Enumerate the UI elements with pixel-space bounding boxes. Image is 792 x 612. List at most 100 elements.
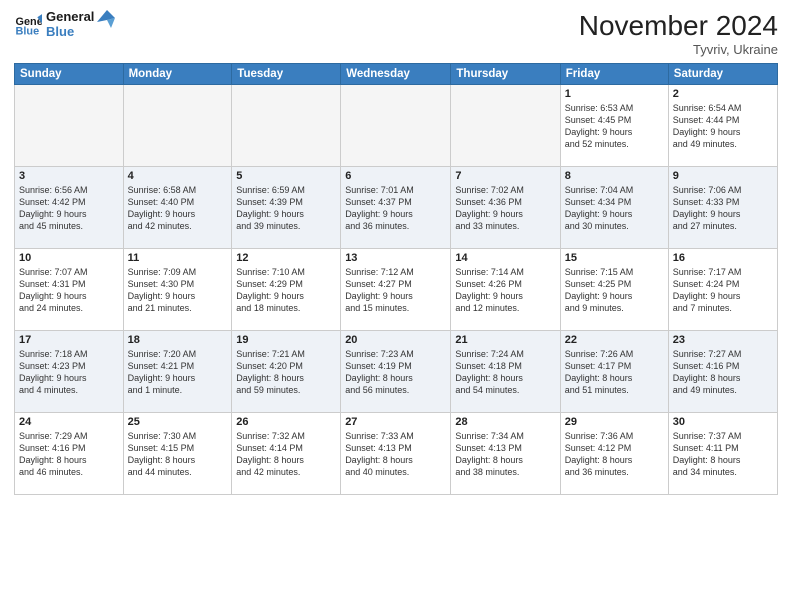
calendar-week-row: 10Sunrise: 7:07 AM Sunset: 4:31 PM Dayli… [15, 249, 778, 331]
day-info: Sunrise: 6:56 AM Sunset: 4:42 PM Dayligh… [19, 184, 119, 233]
calendar-cell: 24Sunrise: 7:29 AM Sunset: 4:16 PM Dayli… [15, 413, 124, 495]
day-number: 2 [673, 88, 773, 100]
day-info: Sunrise: 7:02 AM Sunset: 4:36 PM Dayligh… [455, 184, 555, 233]
day-info: Sunrise: 7:36 AM Sunset: 4:12 PM Dayligh… [565, 430, 664, 479]
calendar-cell: 27 Sunrise: 7:33 AM Sunset: 4:13 PM Dayli… [341, 413, 451, 495]
calendar-cell: 30Sunrise: 7:37 AM Sunset: 4:11 PM Dayli… [668, 413, 777, 495]
header: General Blue General Blue November 2024 … [14, 10, 778, 57]
day-number: 3 [19, 170, 119, 182]
calendar-cell: 17 Sunrise: 7:18 AM Sunset: 4:23 PM Dayli… [15, 331, 124, 413]
day-info: Sunrise: 7:09 AM Sunset: 4:30 PM Dayligh… [128, 266, 228, 315]
weekday-header: Friday [560, 64, 668, 85]
day-info: Sunrise: 7:34 AM Sunset: 4:13 PM Dayligh… [455, 430, 555, 479]
calendar-cell: 23Sunrise: 7:27 AM Sunset: 4:16 PM Dayli… [668, 331, 777, 413]
day-number: 8 [565, 170, 664, 182]
svg-text:Blue: Blue [16, 25, 40, 37]
day-number: 12 [236, 252, 336, 264]
logo-icon: General Blue [14, 11, 42, 39]
day-number: 22 [565, 334, 664, 346]
logo-bird-icon [97, 10, 115, 32]
calendar-cell: 14 Sunrise: 7:14 AM Sunset: 4:26 PM Dayli… [451, 249, 560, 331]
day-number: 18 [128, 334, 228, 346]
day-number: 1 [565, 88, 664, 100]
calendar-week-row: 1 Sunrise: 6:53 AM Sunset: 4:45 PM Daylig… [15, 85, 778, 167]
calendar-cell: 15Sunrise: 7:15 AM Sunset: 4:25 PM Dayli… [560, 249, 668, 331]
day-number: 28 [455, 416, 555, 428]
day-info: Sunrise: 7:23 AM Sunset: 4:19 PM Dayligh… [345, 348, 446, 397]
day-number: 19 [236, 334, 336, 346]
calendar-header-row: SundayMondayTuesdayWednesdayThursdayFrid… [15, 64, 778, 85]
calendar-cell: 3 Sunrise: 6:56 AM Sunset: 4:42 PM Daylig… [15, 167, 124, 249]
calendar-cell [123, 85, 232, 167]
day-number: 21 [455, 334, 555, 346]
day-info: Sunrise: 7:20 AM Sunset: 4:21 PM Dayligh… [128, 348, 228, 397]
weekday-header: Wednesday [341, 64, 451, 85]
day-number: 16 [673, 252, 773, 264]
calendar-cell: 10Sunrise: 7:07 AM Sunset: 4:31 PM Dayli… [15, 249, 124, 331]
day-info: Sunrise: 7:33 AM Sunset: 4:13 PM Dayligh… [345, 430, 446, 479]
day-number: 14 [455, 252, 555, 264]
day-info: Sunrise: 7:17 AM Sunset: 4:24 PM Dayligh… [673, 266, 773, 315]
day-info: Sunrise: 7:32 AM Sunset: 4:14 PM Dayligh… [236, 430, 336, 479]
calendar-week-row: 3 Sunrise: 6:56 AM Sunset: 4:42 PM Daylig… [15, 167, 778, 249]
day-info: Sunrise: 6:54 AM Sunset: 4:44 PM Dayligh… [673, 102, 773, 151]
day-info: Sunrise: 7:04 AM Sunset: 4:34 PM Dayligh… [565, 184, 664, 233]
day-number: 4 [128, 170, 228, 182]
calendar-cell: 9Sunrise: 7:06 AM Sunset: 4:33 PM Daylig… [668, 167, 777, 249]
calendar-cell: 19 Sunrise: 7:21 AM Sunset: 4:20 PM Dayli… [232, 331, 341, 413]
calendar-cell: 4 Sunrise: 6:58 AM Sunset: 4:40 PM Daylig… [123, 167, 232, 249]
calendar-cell: 6 Sunrise: 7:01 AM Sunset: 4:37 PM Daylig… [341, 167, 451, 249]
calendar-cell: 5 Sunrise: 6:59 AM Sunset: 4:39 PM Daylig… [232, 167, 341, 249]
calendar-cell: 20 Sunrise: 7:23 AM Sunset: 4:19 PM Dayli… [341, 331, 451, 413]
day-number: 26 [236, 416, 336, 428]
calendar-cell: 22 Sunrise: 7:26 AM Sunset: 4:17 PM Dayli… [560, 331, 668, 413]
day-info: Sunrise: 6:59 AM Sunset: 4:39 PM Dayligh… [236, 184, 336, 233]
logo-text-blue: Blue [46, 25, 94, 40]
calendar-cell: 28 Sunrise: 7:34 AM Sunset: 4:13 PM Dayli… [451, 413, 560, 495]
day-number: 27 [345, 416, 446, 428]
calendar-cell: 18 Sunrise: 7:20 AM Sunset: 4:21 PM Dayli… [123, 331, 232, 413]
day-info: Sunrise: 7:14 AM Sunset: 4:26 PM Dayligh… [455, 266, 555, 315]
day-info: Sunrise: 7:18 AM Sunset: 4:23 PM Dayligh… [19, 348, 119, 397]
day-info: Sunrise: 7:01 AM Sunset: 4:37 PM Dayligh… [345, 184, 446, 233]
day-info: Sunrise: 7:21 AM Sunset: 4:20 PM Dayligh… [236, 348, 336, 397]
day-number: 20 [345, 334, 446, 346]
calendar-cell: 8 Sunrise: 7:04 AM Sunset: 4:34 PM Daylig… [560, 167, 668, 249]
day-number: 5 [236, 170, 336, 182]
weekday-header: Monday [123, 64, 232, 85]
day-info: Sunrise: 6:58 AM Sunset: 4:40 PM Dayligh… [128, 184, 228, 233]
day-info: Sunrise: 7:12 AM Sunset: 4:27 PM Dayligh… [345, 266, 446, 315]
weekday-header: Saturday [668, 64, 777, 85]
day-info: Sunrise: 7:07 AM Sunset: 4:31 PM Dayligh… [19, 266, 119, 315]
logo-text-general: General [46, 10, 94, 25]
day-number: 17 [19, 334, 119, 346]
calendar-cell: 25Sunrise: 7:30 AM Sunset: 4:15 PM Dayli… [123, 413, 232, 495]
day-info: Sunrise: 7:30 AM Sunset: 4:15 PM Dayligh… [128, 430, 228, 479]
calendar-cell: 21 Sunrise: 7:24 AM Sunset: 4:18 PM Dayli… [451, 331, 560, 413]
calendar-cell [451, 85, 560, 167]
calendar-cell: 7 Sunrise: 7:02 AM Sunset: 4:36 PM Daylig… [451, 167, 560, 249]
day-info: Sunrise: 7:24 AM Sunset: 4:18 PM Dayligh… [455, 348, 555, 397]
day-info: Sunrise: 7:26 AM Sunset: 4:17 PM Dayligh… [565, 348, 664, 397]
day-number: 29 [565, 416, 664, 428]
day-number: 23 [673, 334, 773, 346]
weekday-header: Thursday [451, 64, 560, 85]
day-info: Sunrise: 7:10 AM Sunset: 4:29 PM Dayligh… [236, 266, 336, 315]
day-number: 13 [345, 252, 446, 264]
calendar-cell [15, 85, 124, 167]
logo: General Blue General Blue [14, 10, 115, 40]
calendar-week-row: 17 Sunrise: 7:18 AM Sunset: 4:23 PM Dayli… [15, 331, 778, 413]
day-info: Sunrise: 6:53 AM Sunset: 4:45 PM Dayligh… [565, 102, 664, 151]
day-number: 24 [19, 416, 119, 428]
month-title: November 2024 [579, 10, 778, 42]
day-number: 30 [673, 416, 773, 428]
calendar-cell [341, 85, 451, 167]
calendar-cell: 16 Sunrise: 7:17 AM Sunset: 4:24 PM Dayli… [668, 249, 777, 331]
day-number: 6 [345, 170, 446, 182]
calendar-cell: 29 Sunrise: 7:36 AM Sunset: 4:12 PM Dayli… [560, 413, 668, 495]
weekday-header: Sunday [15, 64, 124, 85]
calendar-week-row: 24Sunrise: 7:29 AM Sunset: 4:16 PM Dayli… [15, 413, 778, 495]
day-number: 7 [455, 170, 555, 182]
calendar-table: SundayMondayTuesdayWednesdayThursdayFrid… [14, 63, 778, 495]
weekday-header: Tuesday [232, 64, 341, 85]
